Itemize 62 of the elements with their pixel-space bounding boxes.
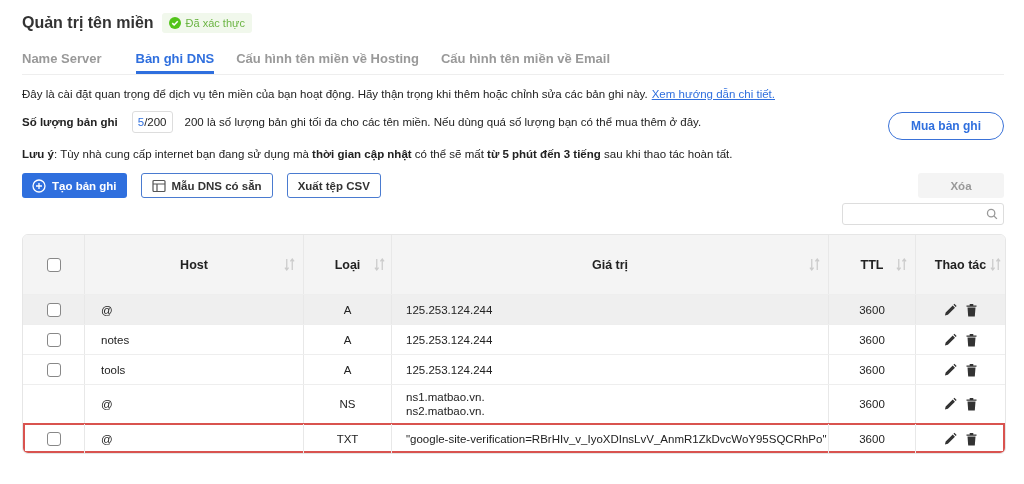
table-cell: @ (101, 432, 113, 445)
check-circle-icon (168, 17, 181, 29)
layout-icon (151, 178, 166, 193)
export-csv-button[interactable]: Xuất tệp CSV (286, 173, 381, 198)
table-cell: 3600 (859, 303, 885, 316)
edit-icon[interactable] (943, 431, 957, 446)
dns-template-button[interactable]: Mẫu DNS có sẵn (140, 173, 273, 198)
table-cell: @ (101, 398, 113, 410)
table-cell: 3600 (859, 333, 885, 346)
tab[interactable]: Cấu hình tên miền về Hosting (236, 46, 419, 74)
column-header: Host (180, 257, 208, 272)
table-cell: 3600 (859, 363, 885, 376)
search-field[interactable] (842, 203, 1004, 225)
table-cell: A (343, 363, 352, 376)
quota-count: 5/200 (131, 111, 173, 133)
table-cell: "google-site-verification=RBrHIv_v_IyoXDInsLvV_AnmR1ZkDvcWoY95SQCRhPo" (406, 432, 827, 445)
edit-icon[interactable] (943, 302, 957, 317)
table-cell: ns2.matbao.vn. (406, 405, 485, 417)
quota-label: Số lượng bản ghi (22, 116, 118, 128)
plus-circle-icon (32, 178, 46, 193)
page-title: Quản trị tên miền (22, 14, 154, 32)
trash-icon[interactable] (964, 397, 978, 411)
table-cell: notes (101, 333, 130, 346)
trash-icon[interactable] (964, 431, 978, 446)
table-cell: TXT (336, 432, 359, 445)
notice-text: Lưu ý: Tùy nhà cung cấp internet bạn đang sử dụng mà thời gian cập nhật có thể sẽ mất từ 5 phút đến 3 tiếng sau khi thao tác hoàn tất. (22, 148, 733, 160)
table-cell: 125.253.124.244 (406, 363, 493, 376)
trash-icon[interactable] (964, 362, 978, 377)
table-cell: A (343, 303, 352, 316)
table-cell: 125.253.124.244 (406, 333, 493, 346)
table-cell: 3600 (859, 432, 885, 445)
badge-label: Đã xác thực (185, 17, 245, 29)
table-cell: 125.253.124.244 (406, 303, 493, 316)
edit-icon[interactable] (943, 332, 957, 347)
row-checkbox[interactable] (46, 431, 61, 446)
guide-link[interactable]: Xem hướng dẫn chi tiết. (651, 88, 775, 100)
tab[interactable]: Cấu hình tên miền về Email (441, 46, 611, 74)
column-header: TTL (860, 257, 884, 272)
row-checkbox[interactable] (46, 302, 61, 317)
row-checkbox[interactable] (46, 362, 61, 377)
table-cell: A (343, 333, 352, 346)
search-icon (986, 208, 998, 220)
edit-icon[interactable] (943, 362, 957, 377)
trash-icon[interactable] (964, 332, 978, 347)
tab[interactable]: Name Server (22, 46, 102, 74)
tab[interactable]: Bản ghi DNS (135, 46, 215, 74)
edit-icon[interactable] (943, 397, 957, 411)
trash-icon[interactable] (964, 302, 978, 317)
table-cell: tools (101, 363, 126, 376)
quota-note: 200 là số lượng bản ghi tối đa cho các tên miền. Nếu dùng quá số lượng bạn có thể mua thêm ở đây. (184, 116, 702, 128)
intro-text: Đây là cài đặt quan trọng để dịch vụ tên miền của bạn hoạt động. Hãy thận trọng khi thêm hoặc chỉnh sửa các bản ghi này. (22, 88, 648, 100)
table-cell: @ (101, 303, 113, 316)
column-header: Thao tác (934, 257, 987, 272)
row-checkbox[interactable] (46, 332, 61, 347)
column-header: Loại (334, 257, 361, 272)
table-cell: 3600 (859, 398, 885, 410)
create-record-button[interactable]: Tạo bản ghi (22, 173, 127, 198)
buy-records-button[interactable]: Mua bản ghi (888, 112, 1004, 140)
table-cell: ns1.matbao.vn. (406, 391, 485, 403)
column-header: Giá trị (591, 257, 629, 272)
select-all-checkbox[interactable] (46, 257, 61, 272)
table-cell: NS (339, 398, 356, 410)
